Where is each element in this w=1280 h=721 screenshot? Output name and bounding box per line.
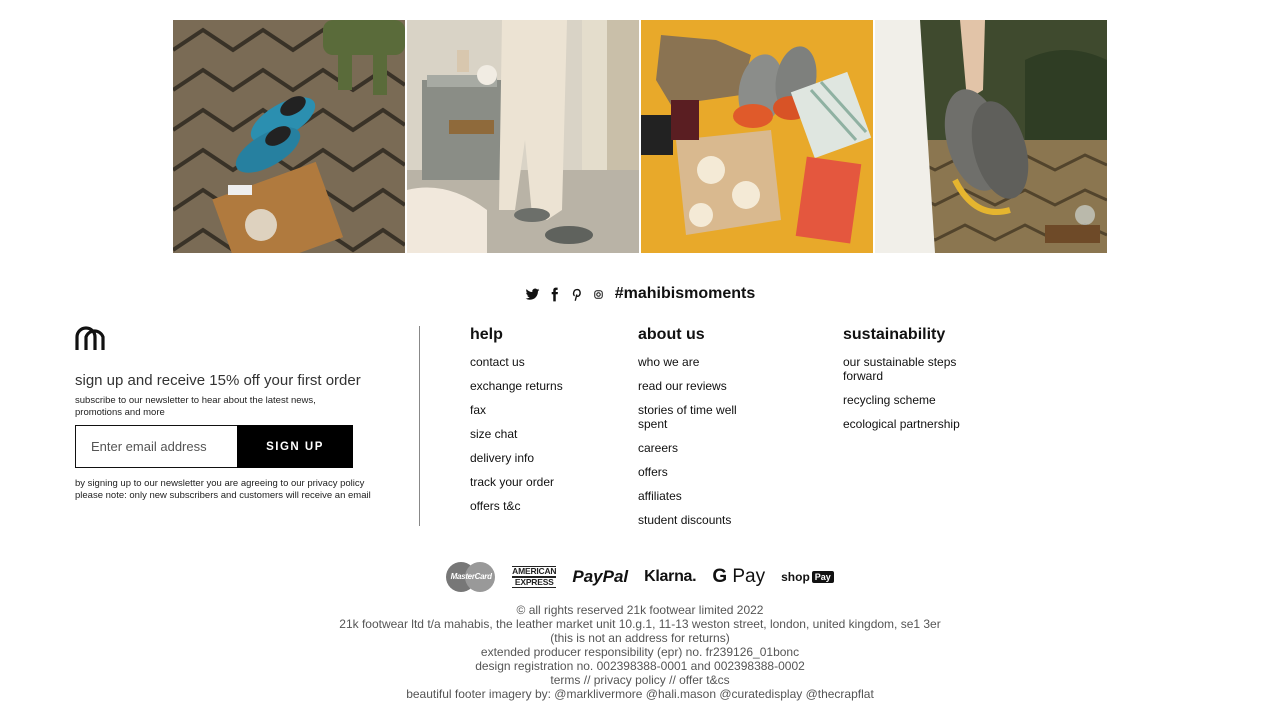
link-affiliates[interactable]: affiliates bbox=[638, 489, 758, 503]
footer-divider bbox=[419, 326, 420, 526]
about-column: about us who we are read our reviews sto… bbox=[638, 326, 758, 537]
newsletter-section: sign up and receive 15% off your first o… bbox=[75, 326, 395, 502]
payment-methods: MasterCard AMERICAN EXPRESS PayPal Klarn… bbox=[0, 561, 1280, 593]
amex-line2: EXPRESS bbox=[512, 577, 557, 588]
link-student-discounts[interactable]: student discounts bbox=[638, 513, 758, 527]
link-offers-tc[interactable]: offers t&c bbox=[470, 499, 580, 513]
legal-info: © all rights reserved 21k footwear limit… bbox=[0, 603, 1280, 701]
newsletter-title: sign up and receive 15% off your first o… bbox=[75, 372, 361, 389]
gallery-image-2[interactable] bbox=[407, 20, 639, 253]
instagram-gallery bbox=[173, 20, 1107, 253]
design-registration: design registration no. 002398388-0001 a… bbox=[475, 659, 805, 673]
email-input[interactable] bbox=[75, 425, 237, 468]
about-heading: about us bbox=[638, 326, 705, 343]
gallery-image-3[interactable] bbox=[641, 20, 873, 253]
link-read-our-reviews[interactable]: read our reviews bbox=[638, 379, 758, 393]
mastercard-label: MasterCard bbox=[450, 572, 492, 581]
help-column: help contact us exchange returns fax siz… bbox=[470, 326, 580, 523]
gallery-photo bbox=[173, 20, 405, 253]
separator: // bbox=[665, 673, 680, 687]
link-offers[interactable]: offers bbox=[638, 465, 758, 479]
epr-number: extended producer responsibility (epr) n… bbox=[480, 645, 800, 659]
link-stories[interactable]: stories of time well spent bbox=[638, 403, 758, 431]
returns-note: (this is not an address for returns) bbox=[550, 631, 730, 645]
link-recycling-scheme[interactable]: recycling scheme bbox=[843, 393, 983, 407]
facebook-icon[interactable] bbox=[547, 286, 563, 302]
shop-label: shop bbox=[781, 570, 810, 584]
link-contact-us[interactable]: contact us bbox=[470, 355, 580, 369]
instagram-icon[interactable] bbox=[591, 286, 607, 302]
sign-up-button[interactable]: SIGN UP bbox=[237, 425, 353, 468]
link-sustainable-steps[interactable]: our sustainable steps forward bbox=[843, 355, 983, 383]
newsletter-form: SIGN UP bbox=[75, 425, 353, 468]
hashtag-text: #mahibismoments bbox=[614, 285, 756, 302]
shop-pay-icon: shop Pay bbox=[781, 561, 834, 593]
gallery-photo bbox=[641, 20, 873, 253]
copyright-text: © all rights reserved 21k footwear limit… bbox=[516, 603, 764, 617]
help-heading: help bbox=[470, 326, 503, 343]
pinterest-icon[interactable] bbox=[569, 286, 585, 302]
link-who-we-are[interactable]: who we are bbox=[638, 355, 758, 369]
link-track-your-order[interactable]: track your order bbox=[470, 475, 580, 489]
separator: // bbox=[580, 673, 594, 687]
klarna-icon: Klarna. bbox=[644, 568, 697, 585]
amex-icon: AMERICAN EXPRESS bbox=[512, 561, 557, 593]
gpay-pay: Pay bbox=[732, 566, 766, 587]
link-size-chat[interactable]: size chat bbox=[470, 427, 580, 441]
gallery-photo bbox=[875, 20, 1107, 253]
legal-links: terms // privacy policy // offer t&cs bbox=[0, 673, 1280, 687]
paypal-icon: PayPal bbox=[572, 567, 629, 586]
terms-link[interactable]: terms bbox=[550, 673, 580, 687]
link-careers[interactable]: careers bbox=[638, 441, 758, 455]
offer-tcs-link[interactable]: offer t&cs bbox=[679, 673, 729, 687]
link-exchange-returns[interactable]: exchange returns bbox=[470, 379, 580, 393]
gallery-image-1[interactable] bbox=[173, 20, 405, 253]
gallery-image-4[interactable] bbox=[875, 20, 1107, 253]
social-bar: #mahibismoments bbox=[0, 285, 1280, 303]
google-pay-icon: G Pay bbox=[712, 561, 765, 593]
newsletter-legal-line: please note: only new subscribers and cu… bbox=[75, 490, 371, 501]
gpay-g: G bbox=[712, 566, 728, 587]
sustainability-column: sustainability our sustainable steps for… bbox=[843, 326, 983, 441]
link-fax[interactable]: fax bbox=[470, 403, 580, 417]
newsletter-subtitle: subscribe to our newsletter to hear abou… bbox=[75, 395, 316, 418]
amex-line1: AMERICAN bbox=[512, 566, 557, 577]
sustainability-heading: sustainability bbox=[843, 326, 946, 343]
link-ecological-partnership[interactable]: ecological partnership bbox=[843, 417, 983, 431]
company-address: 21k footwear ltd t/a mahabis, the leathe… bbox=[339, 617, 941, 631]
mastercard-icon: MasterCard bbox=[446, 561, 496, 593]
imagery-credits: beautiful footer imagery by: @markliverm… bbox=[406, 687, 874, 701]
shop-pay-label: Pay bbox=[811, 571, 834, 583]
mahabis-logo-icon[interactable] bbox=[75, 326, 105, 350]
twitter-icon[interactable] bbox=[525, 286, 541, 302]
newsletter-legal-line: by signing up to our newsletter you are … bbox=[75, 478, 365, 489]
link-delivery-info[interactable]: delivery info bbox=[470, 451, 580, 465]
privacy-policy-link[interactable]: privacy policy bbox=[594, 673, 666, 687]
gallery-photo bbox=[407, 20, 639, 253]
newsletter-legal: by signing up to our newsletter you are … bbox=[75, 478, 395, 502]
